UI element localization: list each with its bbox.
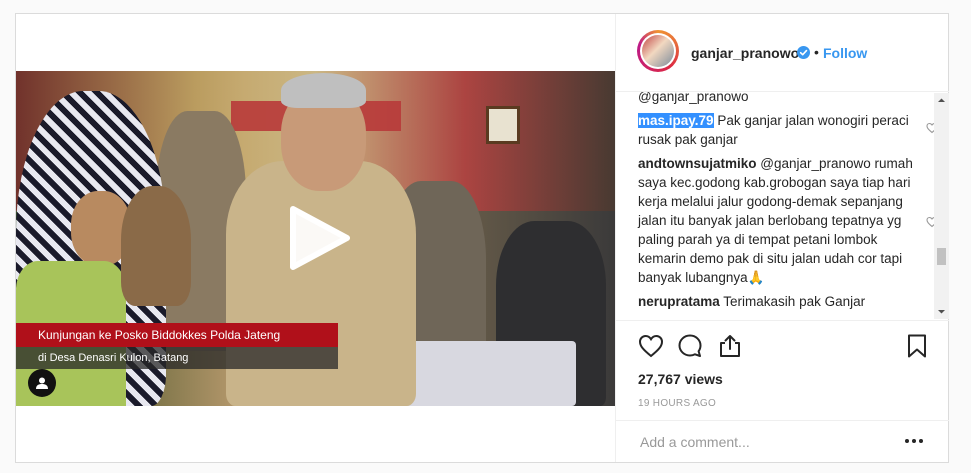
list-item: andtownsujatmiko @ganjar_pranowo rumah s…	[638, 154, 938, 287]
comment-username[interactable]: mas.ipay.79	[638, 113, 714, 128]
play-icon[interactable]	[285, 203, 353, 273]
list-item: nerupratama Terimakasih pak Ganjar	[638, 292, 918, 311]
video-wall-frame	[486, 106, 520, 144]
avatar-image	[642, 35, 674, 67]
video-caption-subtitle: di Desa Denasri Kulon, Batang	[16, 347, 338, 369]
post-timestamp[interactable]: 19 HOURS AGO	[638, 398, 716, 409]
username-link[interactable]: ganjar_pranowo	[691, 45, 799, 61]
share-icon[interactable]	[717, 333, 743, 359]
heart-icon[interactable]	[638, 333, 664, 359]
scrollbar-thumb[interactable]	[937, 248, 946, 265]
post-card: Kunjungan ke Posko Biddokkes Polda Jaten…	[15, 13, 949, 463]
comment-scrollbar[interactable]	[934, 93, 949, 319]
comment-partial: @ganjar_pranowo	[638, 92, 918, 106]
add-comment-bar	[616, 420, 949, 462]
comment-body: andtownsujatmiko @ganjar_pranowo rumah s…	[638, 154, 918, 287]
user-tag-button[interactable]	[28, 369, 56, 397]
scroll-up-arrow-icon[interactable]	[934, 93, 949, 108]
scroll-down-arrow-icon[interactable]	[934, 304, 949, 319]
video-person	[226, 161, 416, 406]
comment-mention[interactable]: @ganjar_pranowo	[638, 92, 918, 106]
post-media: Kunjungan ke Posko Biddokkes Polda Jaten…	[16, 14, 615, 462]
verified-badge-icon	[797, 46, 810, 59]
video-player[interactable]: Kunjungan ke Posko Biddokkes Polda Jaten…	[16, 71, 615, 406]
more-options-icon[interactable]	[904, 433, 924, 449]
post-header: ganjar_pranowo • Follow	[616, 14, 949, 92]
header-separator: •	[814, 44, 819, 60]
video-person	[281, 73, 366, 108]
comment-text: Terimakasih pak Ganjar	[723, 294, 866, 309]
video-caption: Kunjungan ke Posko Biddokkes Polda Jaten…	[16, 323, 338, 369]
post-actions: 27,767 views 19 HOURS AGO	[616, 320, 949, 420]
comment-scroll-content: @ganjar_pranowo mas.ipay.79 Pak ganjar j…	[638, 92, 938, 316]
video-table	[396, 341, 576, 406]
avatar[interactable]	[637, 30, 679, 72]
video-person	[121, 186, 191, 306]
add-comment-input[interactable]	[638, 431, 892, 453]
comment-username[interactable]: nerupratama	[638, 294, 720, 309]
comment-list[interactable]: @ganjar_pranowo mas.ipay.79 Pak ganjar j…	[616, 92, 949, 320]
post-sidebar: ganjar_pranowo • Follow @ganjar_pranowo …	[615, 14, 949, 462]
video-caption-title: Kunjungan ke Posko Biddokkes Polda Jaten…	[16, 323, 338, 347]
user-tag-icon	[36, 377, 48, 389]
comment-body: nerupratama Terimakasih pak Ganjar	[638, 292, 918, 311]
bookmark-icon[interactable]	[904, 333, 930, 359]
avatar-ring	[640, 33, 676, 69]
comment-body: mas.ipay.79 Pak ganjar jalan wonogiri pe…	[638, 111, 918, 149]
comment-text: @ganjar_pranowo rumah saya kec.godong ka…	[638, 156, 913, 285]
comment-icon[interactable]	[677, 333, 703, 359]
view-count[interactable]: 27,767 views	[638, 371, 723, 387]
comment-username[interactable]: andtownsujatmiko	[638, 156, 757, 171]
follow-button[interactable]: Follow	[823, 45, 867, 61]
list-item: mas.ipay.79 Pak ganjar jalan wonogiri pe…	[638, 111, 938, 149]
